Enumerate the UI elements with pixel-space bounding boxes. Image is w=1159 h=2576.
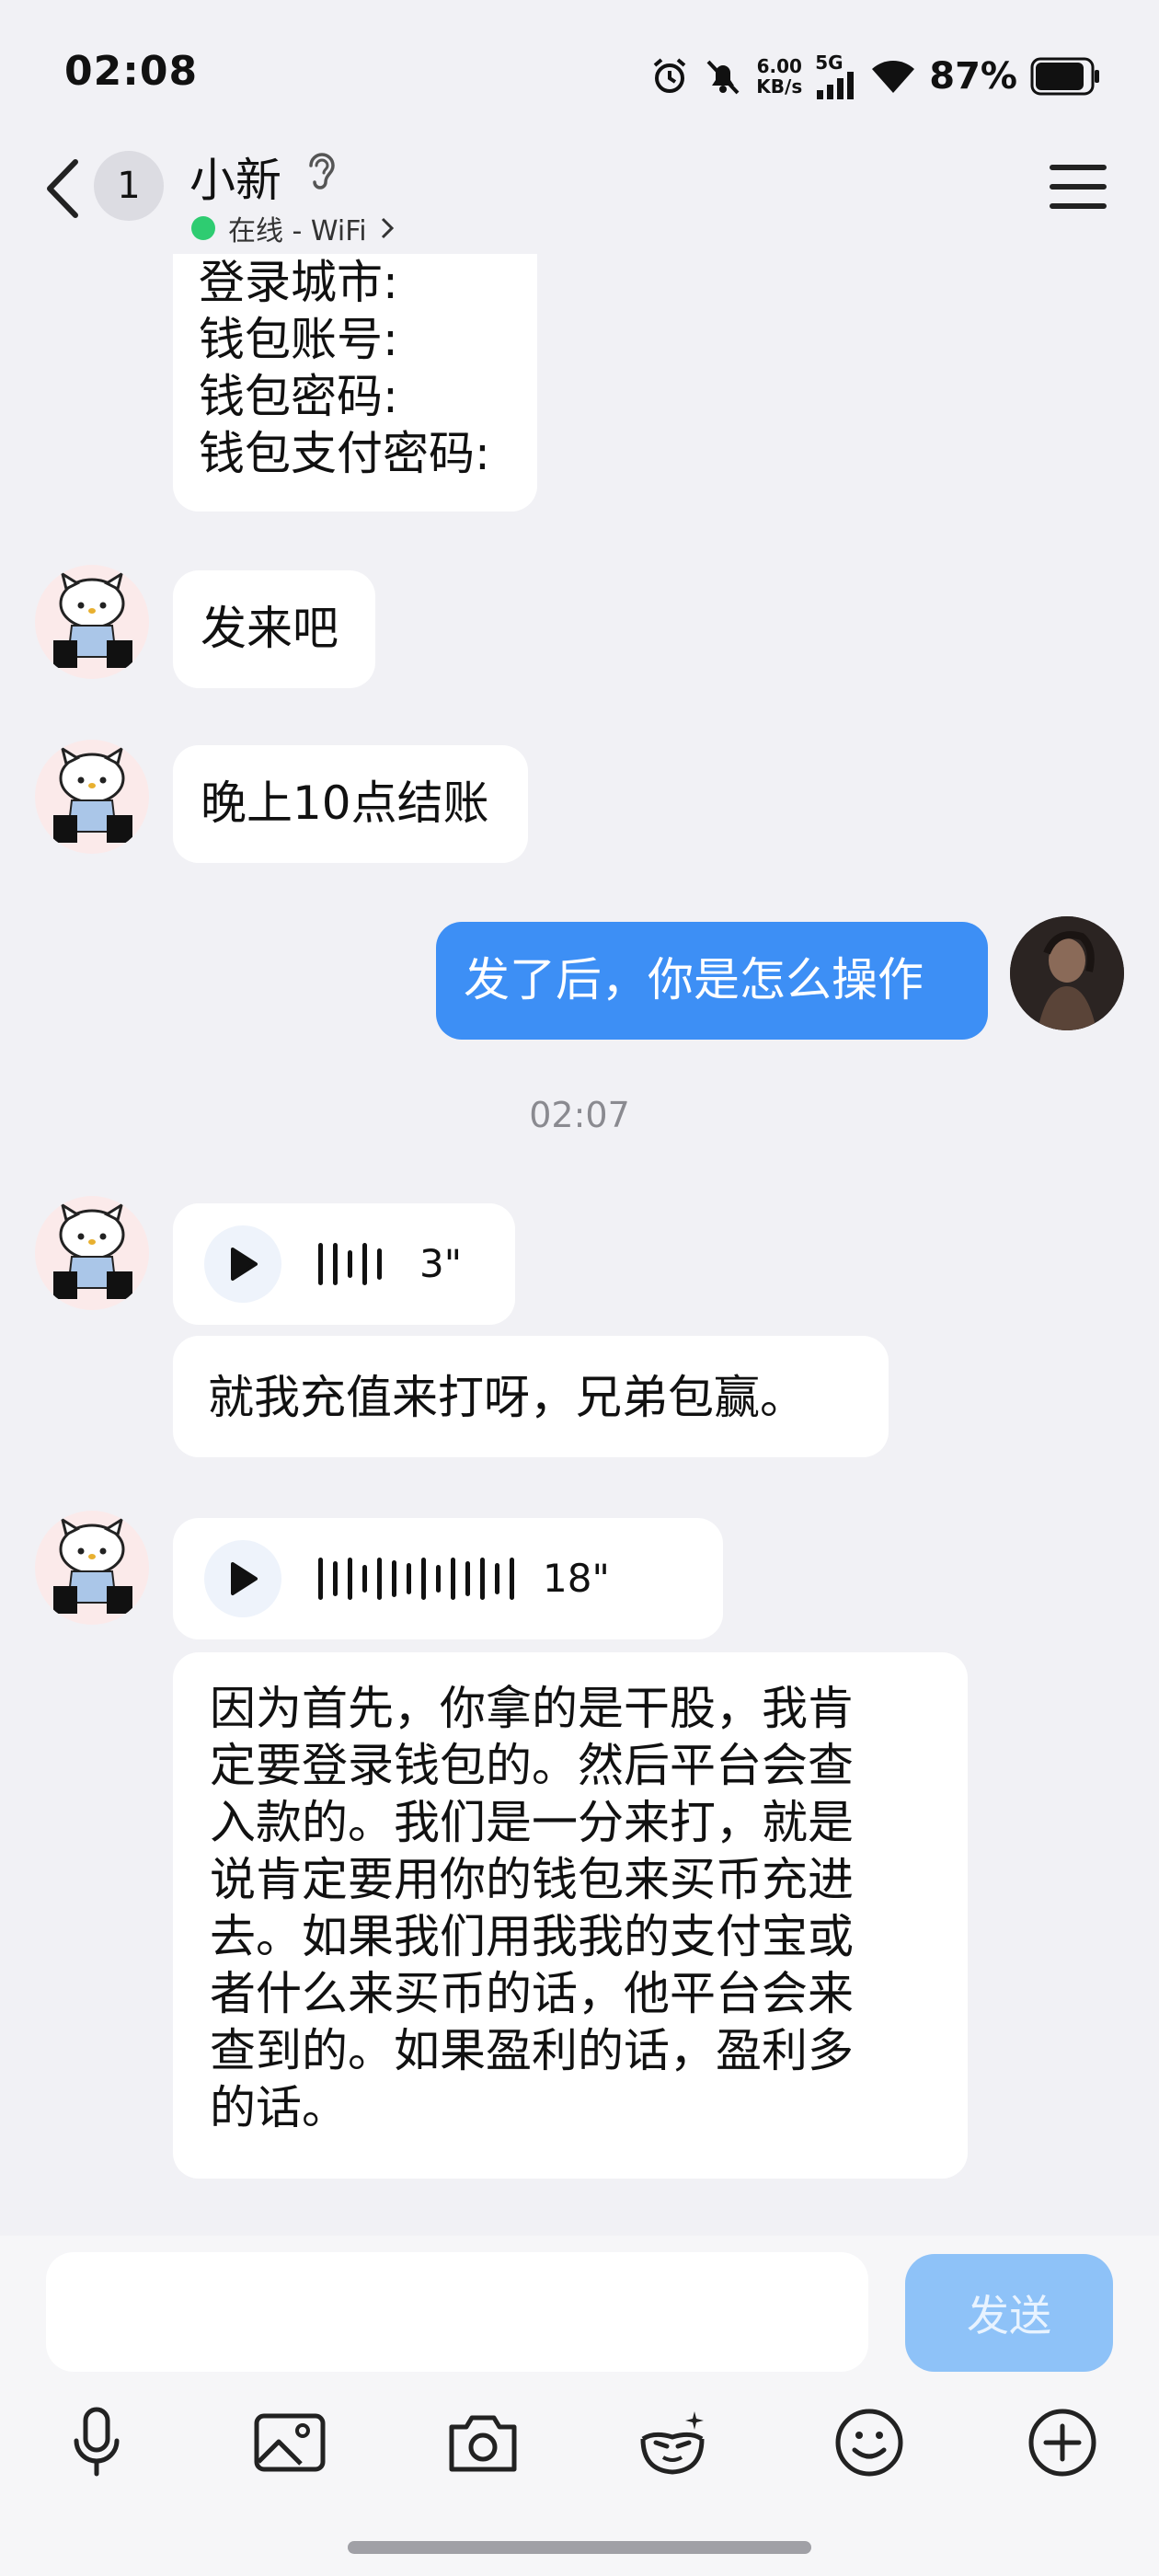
network-type: 5G [815, 52, 843, 74]
plus-icon [1028, 2409, 1096, 2477]
text-line: 因为首先，你拿的是干股，我肯 [210, 1682, 854, 1735]
sticker-face-icon [640, 2411, 705, 2475]
message-input[interactable] [46, 2252, 868, 2372]
contact-avatar[interactable] [35, 565, 149, 679]
online-dot [191, 216, 215, 240]
text-line: 查到的。如果盈利的话，盈利多 [210, 2024, 854, 2077]
play-button[interactable] [204, 1540, 281, 1617]
text-line: 的话。 [210, 2081, 348, 2134]
gallery-button[interactable] [248, 2401, 331, 2484]
voice-duration: 3" [419, 1241, 463, 1286]
chevron-right-icon [381, 217, 394, 239]
menu-button[interactable] [1049, 162, 1107, 212]
text-line: 定要登录钱包的。然后平台会查 [210, 1739, 854, 1792]
play-button[interactable] [204, 1225, 281, 1303]
emoji-icon [835, 2409, 903, 2477]
chat-timestamp: 02:07 [529, 1095, 630, 1135]
camera-icon [449, 2415, 517, 2472]
home-indicator[interactable] [348, 2541, 811, 2554]
mute-bell-icon [706, 60, 740, 95]
form-line: 登录城市: [199, 256, 398, 309]
wifi-icon [872, 61, 915, 93]
alarm-icon [653, 58, 686, 93]
input-toolbar [0, 2401, 1159, 2484]
play-icon [231, 1248, 258, 1281]
presence-text: 在线 - WiFi [228, 215, 367, 247]
menu-icon [1050, 165, 1107, 209]
message-bubble[interactable]: 晚上10点结账 [173, 745, 528, 863]
presence-status[interactable]: 在线 - WiFi [191, 208, 395, 248]
image-icon [254, 2413, 326, 2472]
waveform-icon [318, 1556, 524, 1602]
text-line: 者什么来买币的话，他平台会来 [210, 1967, 854, 2020]
send-button[interactable]: 发送 [905, 2254, 1113, 2372]
hello-kitty-avatar-icon [53, 1202, 132, 1299]
camera-button[interactable] [442, 2401, 524, 2484]
message-bubble-form[interactable]: 登录城市: 钱包账号: 钱包密码: 钱包支付密码: [173, 254, 537, 512]
text-line: 入款的。我们是一分来打，就是 [210, 1796, 854, 1849]
my-message-bubble[interactable]: 发了后，你是怎么操作 [436, 922, 988, 1040]
contact-avatar[interactable] [35, 1511, 149, 1625]
hello-kitty-avatar-icon [53, 745, 132, 843]
sticker-button[interactable] [631, 2401, 714, 2484]
signal-icon [817, 72, 855, 99]
cell-signal: 5G [815, 53, 857, 99]
form-line: 钱包支付密码: [199, 427, 490, 480]
message-bubble[interactable]: 就我充值来打呀，兄弟包赢。 [173, 1336, 889, 1457]
form-line: 钱包账号: [199, 313, 398, 366]
message-bubble-long[interactable]: 因为首先，你拿的是干股，我肯 定要登录钱包的。然后平台会查 入款的。我们是一分来… [173, 1652, 968, 2179]
more-button[interactable] [1021, 2401, 1104, 2484]
voice-message[interactable]: 3" [173, 1203, 515, 1325]
contact-avatar[interactable] [35, 1196, 149, 1310]
hello-kitty-avatar-icon [53, 570, 132, 668]
voice-message[interactable]: 18" [173, 1518, 723, 1639]
text-line: 说肯定要用你的钱包来买币充进 [210, 1853, 854, 1906]
voice-duration: 18" [543, 1556, 610, 1601]
text-line: 去。如果我们用我我的支付宝或 [210, 1910, 854, 1963]
network-speed: 6.00 KB/s [756, 55, 803, 98]
battery-percent: 87% [929, 55, 1017, 98]
profile-photo-icon [1010, 916, 1124, 1030]
form-line: 钱包密码: [199, 370, 398, 423]
emoji-button[interactable] [828, 2401, 911, 2484]
ear-icon [304, 149, 340, 193]
play-icon [231, 1562, 258, 1595]
contact-avatar[interactable] [35, 740, 149, 854]
microphone-icon [74, 2407, 120, 2477]
battery-icon [1030, 57, 1099, 96]
back-button[interactable] [37, 156, 92, 221]
status-time: 02:08 [64, 48, 199, 95]
message-bubble[interactable]: 发来吧 [173, 570, 375, 688]
chevron-left-icon [47, 159, 78, 218]
waveform-icon [318, 1241, 392, 1287]
contact-name[interactable]: 小新 [189, 144, 281, 210]
unread-badge[interactable]: 1 [94, 151, 164, 221]
voice-input-button[interactable] [55, 2401, 138, 2484]
my-avatar[interactable] [1010, 916, 1124, 1030]
hello-kitty-avatar-icon [53, 1516, 132, 1614]
status-icons: 6.00 KB/s 5G 87% [649, 44, 1100, 109]
